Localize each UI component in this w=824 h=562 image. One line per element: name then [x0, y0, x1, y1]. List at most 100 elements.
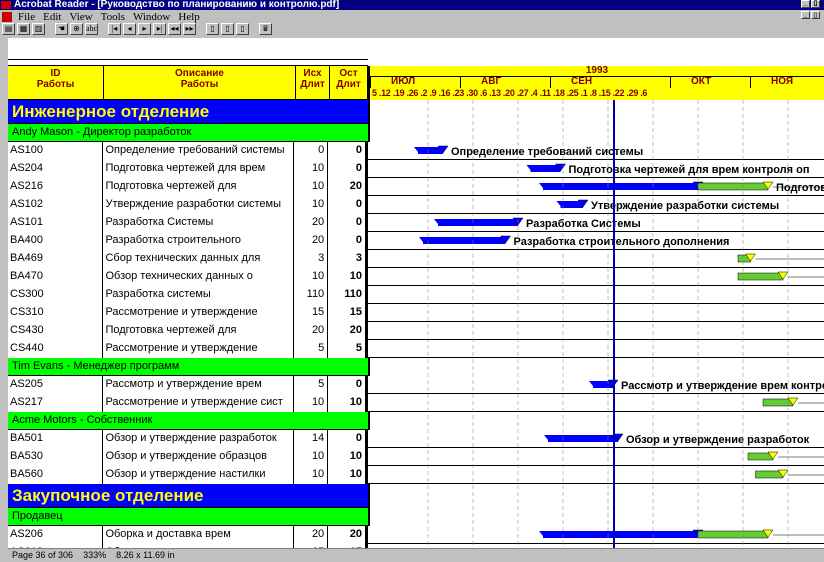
toolbar-button-13[interactable]: ▯ — [221, 23, 234, 35]
task-row[interactable]: BA470 Обзор технических данных о 10 10 — [8, 268, 824, 286]
task-orig-duration: 5 — [294, 340, 329, 358]
task-row[interactable]: AS206 Оборка и доставка врем 20 20 — [8, 526, 824, 544]
task-row[interactable]: AS101 Разработка Системы 20 0 — [8, 214, 824, 232]
task-rem-duration: 0 — [328, 196, 366, 214]
menu-tools[interactable]: Tools — [101, 11, 125, 23]
task-rem-duration: 0 — [328, 232, 366, 250]
menu-file[interactable]: File — [18, 11, 35, 23]
timeline-year: 1993 — [370, 66, 824, 77]
task-row[interactable]: BA501 Обзор и утверждение разработок 14 0 — [8, 430, 824, 448]
toolbar-button-11[interactable]: ▸▸ — [183, 23, 196, 35]
task-row[interactable]: AS102 Утверждение разработки системы 10 0 — [8, 196, 824, 214]
task-rem-duration: 10 — [328, 448, 366, 466]
table-header: ID Работы Описание Работы Исх Длит Ост Д… — [8, 66, 368, 100]
task-row[interactable]: AS204 Подготовка чертежей для врем 10 0 — [8, 160, 824, 178]
minimize-button[interactable]: _ — [801, 0, 810, 8]
task-orig-duration: 20 — [294, 322, 329, 340]
task-description: Подготовка чертежей для врем — [103, 160, 295, 178]
task-row[interactable]: BA530 Обзор и утверждение образцов 10 10 — [8, 448, 824, 466]
task-description: Рассмотрение и утверждение сист — [103, 394, 295, 412]
toolbar-button-7[interactable]: ◂ — [123, 23, 136, 35]
status-bar: Page 36 of 306 333% 8.26 x 11.69 in — [8, 548, 824, 562]
task-row[interactable]: CS310 Рассмотрение и утверждение 15 15 — [8, 304, 824, 322]
task-id: BA501 — [8, 430, 104, 448]
group-row: Andy Mason - Директор разработок — [8, 124, 824, 142]
menubar: File Edit View Tools Window Help ▤ ▦ ▥ ☚ ⊕ abc |◂ ◂ ▸… — [0, 10, 824, 36]
task-id: BA470 — [8, 268, 104, 286]
task-rem-duration: 5 — [328, 340, 366, 358]
task-row[interactable]: CS300 Разработка системы 110 110 — [8, 286, 824, 304]
task-row[interactable]: AS100 Определение требований системы 0 0 — [8, 142, 824, 160]
restore-button[interactable]: ▯ — [811, 0, 820, 8]
timeline-month: СЕН — [550, 77, 592, 88]
toolbar-button-0[interactable]: ▤ — [2, 23, 15, 35]
toolbar-button-1[interactable]: ▦ — [17, 23, 30, 35]
task-row[interactable]: CS430 Подготовка чертежей для 20 20 — [8, 322, 824, 340]
task-row[interactable]: BA560 Обзор и утверждение настилки 10 10 — [8, 466, 824, 484]
task-description: Разработка Системы — [103, 214, 295, 232]
toolbar-button-3[interactable]: ☚ — [55, 23, 68, 35]
task-rem-duration: 0 — [328, 214, 366, 232]
task-id: AS100 — [8, 142, 104, 160]
timeline-month: ОКТ — [670, 77, 711, 88]
task-row[interactable]: CS440 Рассмотрение и утверждение 5 5 — [8, 340, 824, 358]
task-row[interactable]: AS217 Рассмотрение и утверждение сист 10 10 — [8, 394, 824, 412]
task-row[interactable]: AS205 Рассмотр и утверждение врем 5 0 — [8, 376, 824, 394]
task-id: CS300 — [8, 286, 104, 304]
toolbar-button-12[interactable]: ▯ — [206, 23, 219, 35]
task-orig-duration: 10 — [294, 448, 329, 466]
task-row[interactable]: AS216 Подготовка чертежей для 10 20 — [8, 178, 824, 196]
task-description: Обзор и утверждение настилки — [103, 466, 295, 484]
task-rem-duration: 15 — [328, 304, 366, 322]
task-id: BA530 — [8, 448, 104, 466]
task-orig-duration: 3 — [294, 250, 329, 268]
group-label: Tim Evans - Менеджер программ — [12, 360, 180, 372]
doc-minimize-button[interactable]: _ — [801, 11, 810, 19]
toolbar-button-2[interactable]: ▥ — [32, 23, 45, 35]
toolbar-button-14[interactable]: ▯ — [236, 23, 249, 35]
task-row[interactable]: BA469 Сбор технических данных для 3 3 — [8, 250, 824, 268]
task-description: Разработка строительного — [103, 232, 295, 250]
task-rem-duration: 0 — [328, 430, 366, 448]
task-id: BA400 — [8, 232, 104, 250]
task-id: CS310 — [8, 304, 104, 322]
task-description: Обзор и утверждение разработок — [103, 430, 295, 448]
task-orig-duration: 10 — [294, 268, 329, 286]
doc-restore-button[interactable]: ▯ — [811, 11, 820, 19]
zoom-level[interactable]: 333% — [83, 549, 106, 562]
task-orig-duration: 10 — [294, 394, 329, 412]
page-indicator[interactable]: Page 36 of 306 — [12, 549, 73, 562]
task-rem-duration: 10 — [328, 268, 366, 286]
task-id: BA469 — [8, 250, 104, 268]
task-orig-duration: 110 — [294, 286, 329, 304]
task-orig-duration: 15 — [294, 304, 329, 322]
left-scroll-panel[interactable] — [0, 38, 8, 562]
timeline-month: ИЮЛ — [370, 77, 415, 88]
menu-help[interactable]: Help — [178, 11, 199, 23]
task-row[interactable]: BA400 Разработка строительного 20 0 — [8, 232, 824, 250]
department-label: Инженерное отделение — [12, 102, 210, 121]
document-icon[interactable] — [2, 11, 12, 22]
document-controls: _ ▯ — [801, 11, 820, 19]
toolbar-button-10[interactable]: ◂◂ — [168, 23, 181, 35]
task-orig-duration: 20 — [294, 232, 329, 250]
toolbar-button-15[interactable]: ♛ — [259, 23, 272, 35]
toolbar-button-5[interactable]: abc — [85, 23, 98, 35]
toolbar: ▤ ▦ ▥ ☚ ⊕ abc |◂ ◂ ▸ ▸| ◂◂ ▸▸ ▯ ▯ ▯ ♛ — [2, 23, 272, 36]
group-label: Andy Mason - Директор разработок — [12, 126, 192, 138]
menu-edit[interactable]: Edit — [43, 11, 61, 23]
toolbar-button-8[interactable]: ▸ — [138, 23, 151, 35]
toolbar-button-6[interactable]: |◂ — [108, 23, 121, 35]
task-description: Подготовка чертежей для — [103, 322, 295, 340]
menu-window[interactable]: Window — [133, 11, 170, 23]
task-id: AS206 — [8, 526, 104, 544]
task-description: Разработка системы — [103, 286, 295, 304]
task-id: CS430 — [8, 322, 104, 340]
toolbar-button-9[interactable]: ▸| — [153, 23, 166, 35]
toolbar-button-4[interactable]: ⊕ — [70, 23, 83, 35]
task-orig-duration: 10 — [294, 196, 329, 214]
department-label: Закупочное отделение — [12, 486, 204, 505]
menu-view[interactable]: View — [69, 11, 92, 23]
window-titlebar: Acrobat Reader - [Руководство по планиро… — [0, 0, 824, 10]
task-id: AS216 — [8, 178, 104, 196]
